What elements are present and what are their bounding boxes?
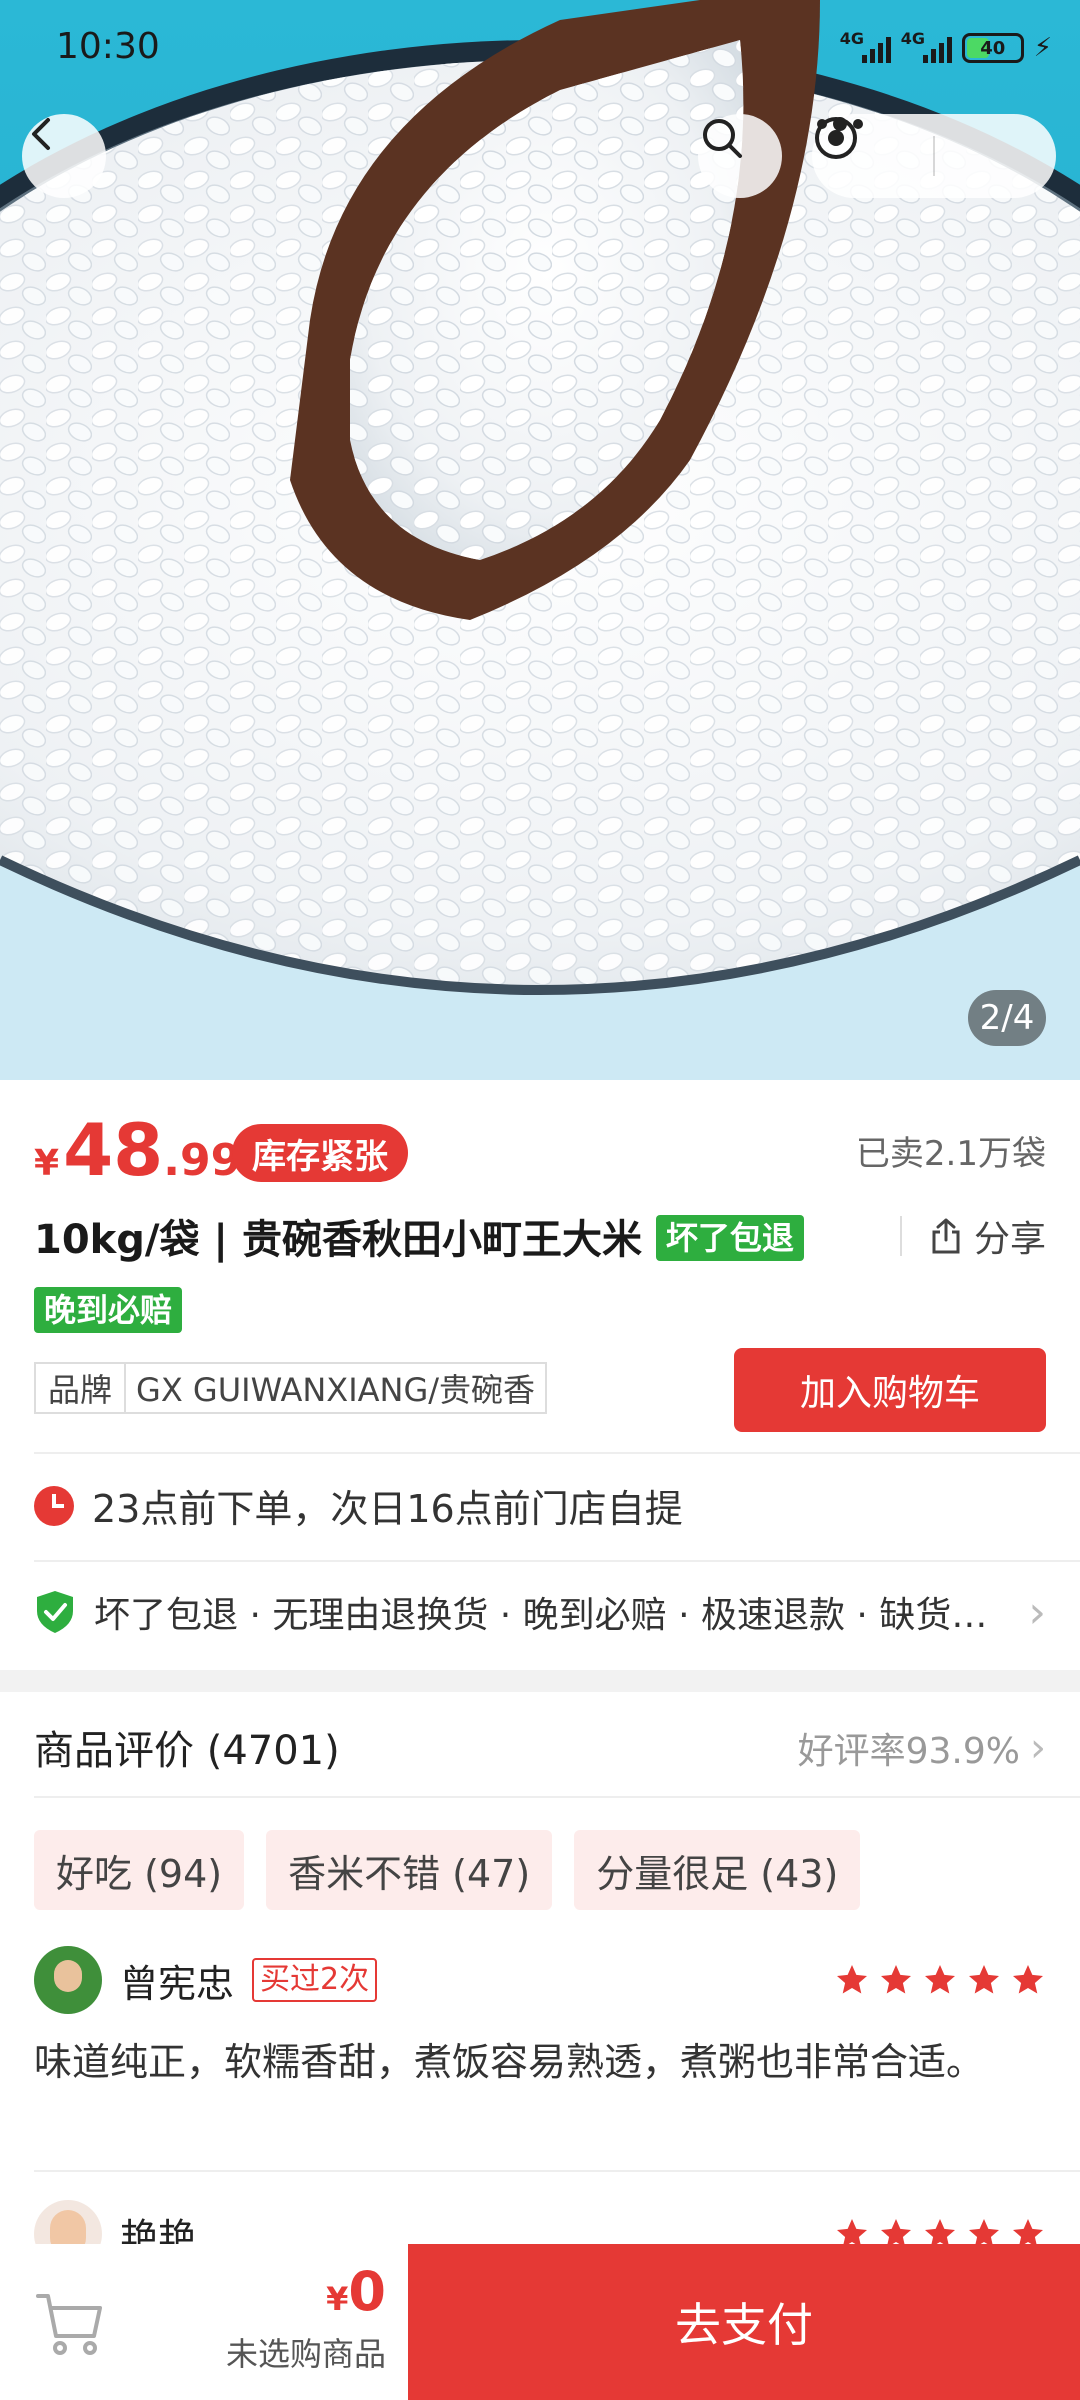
checkout-bar: ¥0 未选购商品 去支付 xyxy=(0,2244,1080,2400)
pickup-info: 23点前下单，次日16点前门店自提 xyxy=(34,1478,683,1533)
share-icon xyxy=(932,1218,960,1254)
battery-icon: 40 xyxy=(961,33,1024,63)
signal-icon: 4G xyxy=(901,29,952,63)
chevron-right-icon: › xyxy=(1028,1586,1046,1638)
chevron-left-icon xyxy=(32,118,50,150)
review-tag[interactable]: 分量很足 (43) xyxy=(574,1830,861,1910)
back-button[interactable] xyxy=(22,114,106,198)
gallery-page-indicator: 2/4 xyxy=(968,990,1046,1046)
positive-rating-link[interactable]: 好评率93.9% › xyxy=(798,1722,1046,1774)
service-guarantee-row[interactable]: 坏了包退 · 无理由退换货 · 晚到必赔 · 极速退款 · 缺货必赔 › xyxy=(34,1586,1046,1638)
cart-button[interactable] xyxy=(34,2288,106,2364)
reviewer-name: 曾宪忠 xyxy=(120,1961,235,2006)
target-icon xyxy=(815,117,857,159)
review-item[interactable]: 曾宪忠 买过2次 味道纯正，软糯香甜，煮饭容易熟透，煮粥也非常合适。 xyxy=(34,1946,1046,2094)
search-icon xyxy=(703,119,742,158)
avatar xyxy=(34,1946,102,2014)
star-icon xyxy=(881,1965,911,1994)
star-rating xyxy=(834,1962,1046,1998)
no-items-note: 未选购商品 xyxy=(225,2335,386,2373)
shield-check-icon xyxy=(37,1591,73,1633)
review-tag[interactable]: 香米不错 (47) xyxy=(266,1830,553,1910)
add-to-cart-button[interactable]: 加入购物车 xyxy=(734,1348,1046,1432)
shopping-cart-icon xyxy=(36,2294,102,2355)
star-icon xyxy=(837,1965,867,1994)
star-icon xyxy=(1013,1965,1043,1994)
star-icon xyxy=(925,1965,955,1994)
status-bar: 10:30 4G 4G 40 ⚡ xyxy=(0,0,1080,100)
share-button[interactable]: 分享 xyxy=(926,1210,1046,1262)
product-title: 10kg/袋 | 贵碗香秋田小町王大米 坏了包退 晚到必赔 xyxy=(34,1204,894,1348)
reviews-header[interactable]: 商品评价 (4701) xyxy=(34,1718,340,1776)
close-miniprogram-button[interactable] xyxy=(815,114,1056,198)
status-icons: 4G 4G 40 ⚡ xyxy=(840,28,1052,68)
product-image-gallery[interactable]: 10:30 4G 4G 40 ⚡ 2/4 xyxy=(0,0,1080,1080)
tag-late-compensation: 晚到必赔 xyxy=(34,1287,183,1333)
review-tag[interactable]: 好吃 (94) xyxy=(34,1830,245,1910)
stock-badge: 库存紧张 xyxy=(232,1124,408,1182)
tag-return: 坏了包退 xyxy=(655,1215,804,1261)
status-time: 10:30 xyxy=(56,26,160,67)
pay-button[interactable]: 去支付 xyxy=(408,2244,1080,2400)
star-icon xyxy=(969,1965,999,1994)
order-total: ¥0 未选购商品 xyxy=(200,2260,386,2375)
chevron-right-icon: › xyxy=(1030,1725,1046,1771)
signal-icon: 4G xyxy=(840,29,891,63)
review-text: 味道纯正，软糯香甜，煮饭容易熟透，煮粥也非常合适。 xyxy=(34,2040,985,2084)
search-button[interactable] xyxy=(698,114,782,198)
review-tags: 好吃 (94) 香米不错 (47) 分量很足 (43) xyxy=(34,1830,861,1910)
price: ¥ 48 .99 xyxy=(34,1108,242,1192)
clock-icon xyxy=(34,1485,74,1526)
sold-count: 已卖2.1万袋 xyxy=(855,1134,1046,1174)
charging-icon: ⚡ xyxy=(1033,33,1052,63)
brand-info: 品牌 GX GUIWANXIANG/贵碗香 xyxy=(34,1362,548,1414)
repeat-buyer-badge: 买过2次 xyxy=(252,1958,378,2002)
mini-program-capsule xyxy=(812,114,1056,198)
